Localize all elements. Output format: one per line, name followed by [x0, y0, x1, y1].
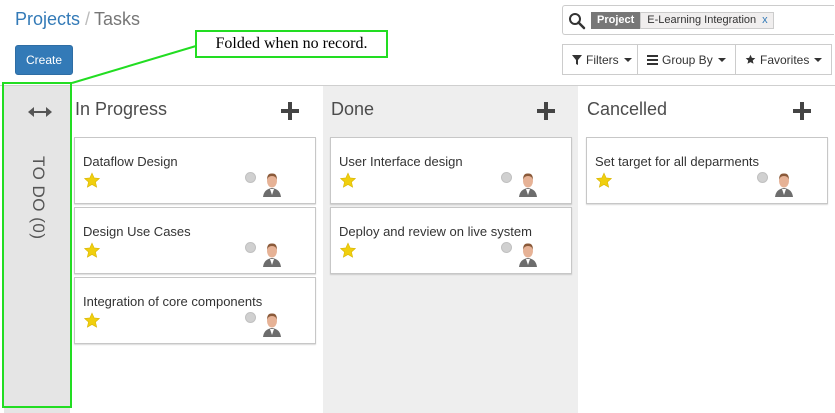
annotation-callout: Folded when no record.: [195, 30, 388, 58]
column-in-progress: In Progress Dataflow Design Design Use C…: [70, 86, 323, 413]
star-icon[interactable]: [339, 242, 357, 259]
facet-label: Project: [591, 12, 641, 29]
avatar: [773, 171, 795, 197]
star-icon[interactable]: [595, 172, 613, 189]
star-icon[interactable]: [339, 172, 357, 189]
facet-value-text: E-Learning Integration: [647, 14, 757, 26]
add-card-icon[interactable]: [281, 102, 299, 120]
filters-label: Filters: [586, 52, 619, 67]
status-dot[interactable]: [245, 242, 256, 253]
annotation-highlight-frame: [2, 82, 72, 408]
star-icon[interactable]: [83, 172, 101, 189]
chevron-down-icon: [717, 57, 726, 62]
search-input[interactable]: Project E-Learning Integration x: [562, 5, 834, 35]
status-dot[interactable]: [245, 312, 256, 323]
star-icon: [745, 54, 756, 65]
breadcrumb-current: Tasks: [94, 9, 141, 29]
list-icon: [647, 54, 658, 65]
status-dot[interactable]: [757, 172, 768, 183]
favorites-button[interactable]: Favorites: [735, 44, 832, 75]
task-card[interactable]: Design Use Cases: [74, 207, 316, 274]
card-title: User Interface design: [339, 154, 463, 169]
chevron-down-icon: [814, 57, 823, 62]
star-icon[interactable]: [83, 312, 101, 329]
task-card[interactable]: Dataflow Design: [74, 137, 316, 204]
avatar: [261, 241, 283, 267]
task-card[interactable]: User Interface design: [330, 137, 572, 204]
task-card[interactable]: Set target for all deparments: [586, 137, 828, 204]
breadcrumb-separator: /: [85, 9, 91, 29]
search-facet: Project E-Learning Integration x: [591, 12, 774, 29]
chevron-down-icon: [623, 57, 632, 62]
status-dot[interactable]: [501, 242, 512, 253]
avatar: [261, 171, 283, 197]
filters-button[interactable]: Filters: [562, 44, 638, 75]
group-by-label: Group By: [662, 52, 713, 67]
facet-remove-button[interactable]: x: [762, 14, 768, 26]
column-cancelled: Cancelled Set target for all deparments: [578, 86, 835, 413]
add-card-icon[interactable]: [537, 102, 555, 120]
card-title: Integration of core components: [83, 294, 263, 309]
column-title: Done: [331, 99, 375, 119]
favorites-label: Favorites: [760, 52, 810, 67]
card-title: Set target for all deparments: [595, 154, 760, 169]
group-by-button[interactable]: Group By: [637, 44, 736, 75]
avatar: [517, 241, 539, 267]
kanban-board: TO DO (0) In Progress Dataflow Design De…: [0, 86, 835, 413]
create-button[interactable]: Create: [15, 45, 73, 75]
breadcrumb-projects-link[interactable]: Projects: [15, 9, 80, 29]
column-done: Done User Interface design Deploy and re…: [323, 86, 578, 413]
column-title: Cancelled: [587, 99, 668, 119]
star-icon[interactable]: [83, 242, 101, 259]
status-dot[interactable]: [501, 172, 512, 183]
avatar: [517, 171, 539, 197]
filter-icon: [572, 54, 582, 65]
card-title: Design Use Cases: [83, 224, 191, 239]
card-title: Deploy and review on live system: [339, 224, 532, 239]
facet-value: E-Learning Integration x: [640, 12, 774, 29]
column-title: In Progress: [75, 99, 168, 119]
card-title: Dataflow Design: [83, 154, 178, 169]
search-options: Filters Group By Favorites: [562, 44, 832, 75]
task-card[interactable]: Deploy and review on live system: [330, 207, 572, 274]
breadcrumb: Projects / Tasks: [15, 9, 140, 30]
search-icon: [569, 13, 586, 30]
task-card[interactable]: Integration of core components: [74, 277, 316, 344]
avatar: [261, 311, 283, 337]
add-card-icon[interactable]: [793, 102, 811, 120]
status-dot[interactable]: [245, 172, 256, 183]
